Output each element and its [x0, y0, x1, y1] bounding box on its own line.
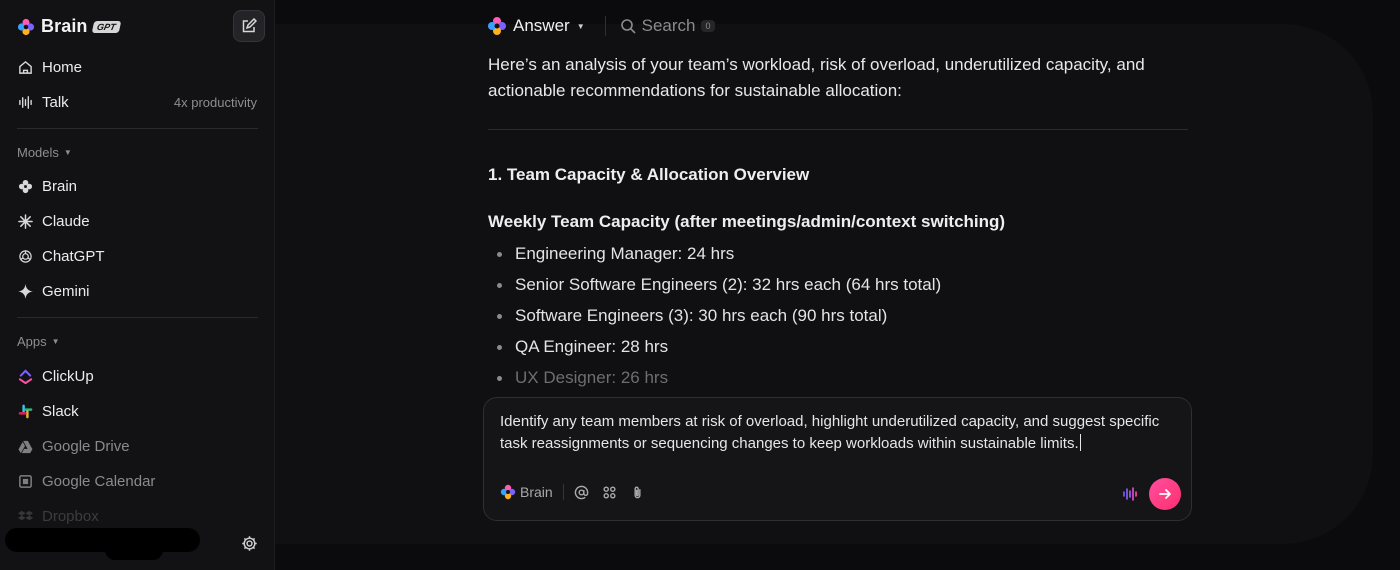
search-count-badge: 0 [701, 20, 715, 32]
sidebar-item-clickup[interactable]: ClickUp [17, 368, 257, 385]
google-drive-icon [17, 439, 33, 455]
sidebar-item-label: Gemini [42, 283, 90, 300]
divider [17, 317, 258, 318]
talk-productivity-note: 4x productivity [173, 95, 257, 110]
sidebar-item-label: ChatGPT [42, 248, 105, 265]
list-item: Engineering Manager: 24 hrs [488, 242, 1188, 273]
sidebar-item-talk[interactable]: Talk 4x productivity [17, 94, 257, 111]
mode-selector[interactable]: Answer ▼ [487, 16, 585, 36]
mode-label: Answer [513, 16, 570, 35]
gemini-sparkle-icon [17, 284, 33, 300]
mention-button[interactable] [574, 484, 590, 500]
models-section-label: Models [17, 145, 59, 160]
search-icon [620, 19, 636, 34]
send-button[interactable] [1149, 478, 1181, 510]
sidebar-item-label: Claude [42, 213, 90, 230]
attach-button[interactable] [630, 484, 646, 500]
settings-gear-icon[interactable] [241, 535, 258, 552]
list-item: Software Engineers (3): 30 hrs each (90 … [488, 304, 1188, 335]
apps-button[interactable] [602, 484, 618, 500]
sidebar-item-claude[interactable]: Claude [17, 213, 257, 230]
compose-icon [242, 18, 257, 33]
list-item: UX Designer: 26 hrs [488, 366, 1188, 397]
clickup-icon [17, 369, 33, 385]
topbar: Answer ▼ Search 0 [487, 16, 715, 36]
sidebar-item-google-calendar[interactable]: Google Calendar [17, 473, 257, 490]
brand-badge: GPT [91, 20, 121, 33]
list-item: QA Engineer: 28 hrs [488, 335, 1188, 366]
sidebar-item-chatgpt[interactable]: ChatGPT [17, 248, 257, 265]
search-label: Search [641, 16, 696, 35]
apps-section-label: Apps [17, 334, 47, 349]
text-cursor [1079, 434, 1081, 451]
sidebar-item-dropbox[interactable]: Dropbox [17, 508, 257, 525]
waveform-icon [17, 95, 33, 111]
divider [604, 16, 606, 36]
sidebar-item-label: Talk [42, 94, 69, 111]
model-label: Brain [520, 484, 553, 500]
paperclip-icon [634, 486, 641, 498]
prompt-text: Identify any team members at risk of ove… [500, 413, 1160, 452]
arrow-right-icon [1159, 489, 1171, 499]
brain-logo-icon [488, 17, 506, 35]
section-heading: 1. Team Capacity & Allocation Overview [488, 165, 810, 184]
redacted-user-name [5, 528, 200, 552]
prompt-input[interactable]: Identify any team members at risk of ove… [500, 411, 1180, 455]
apps-section-toggle[interactable]: Apps ▼ [17, 334, 60, 349]
search-sources-button[interactable]: Search 0 [620, 16, 715, 36]
capacity-list: Engineering Manager: 24 hrs Senior Softw… [488, 242, 1188, 397]
model-selector-button[interactable]: Brain [500, 484, 553, 500]
sidebar: Brain GPT Home Talk 4x productivity Mode… [0, 0, 275, 570]
chevron-down-icon: ▼ [63, 148, 72, 157]
dropbox-icon [17, 509, 33, 525]
sidebar-item-label: Google Drive [42, 438, 130, 455]
sidebar-item-gemini[interactable]: Gemini [17, 283, 257, 300]
prompt-composer[interactable]: Identify any team members at risk of ove… [483, 397, 1192, 521]
sidebar-item-slack[interactable]: Slack [17, 403, 257, 420]
sidebar-item-label: Slack [42, 403, 79, 420]
at-sign-icon [574, 485, 589, 499]
home-icon [17, 60, 33, 76]
brain-model-icon [17, 179, 33, 195]
chatgpt-icon [17, 249, 33, 265]
main-area: Answer ▼ Search 0 Here’s an analysis of … [275, 0, 1400, 570]
divider [17, 128, 258, 129]
slack-icon [17, 404, 33, 420]
divider [488, 129, 1188, 130]
list-item: Senior Software Engineers (2): 32 hrs ea… [488, 273, 1188, 304]
answer-intro: Here’s an analysis of your team’s worklo… [488, 55, 1145, 100]
claude-icon [17, 214, 33, 230]
brand[interactable]: Brain GPT [17, 16, 121, 37]
sidebar-item-home[interactable]: Home [17, 59, 257, 76]
brain-logo-icon [500, 484, 516, 500]
subsection-heading: Weekly Team Capacity (after meetings/adm… [488, 212, 1006, 231]
models-section-toggle[interactable]: Models ▼ [17, 145, 72, 160]
new-chat-button[interactable] [233, 10, 265, 42]
brand-name: Brain [41, 16, 88, 36]
google-calendar-icon [17, 474, 33, 490]
sidebar-item-label: Home [42, 59, 83, 76]
sidebar-item-brain[interactable]: Brain [17, 178, 257, 195]
answer-content: Here’s an analysis of your team’s worklo… [488, 52, 1188, 397]
redacted-user-detail [105, 538, 163, 560]
chevron-down-icon: ▼ [576, 21, 585, 31]
brain-logo-icon [17, 18, 35, 35]
composer-toolbar: Brain [500, 484, 658, 500]
chevron-down-icon: ▼ [51, 337, 60, 346]
sidebar-item-label: Brain [42, 178, 78, 195]
sidebar-item-label: Google Calendar [42, 473, 156, 490]
divider [562, 484, 564, 500]
sidebar-item-google-drive[interactable]: Google Drive [17, 438, 257, 455]
sidebar-item-label: ClickUp [42, 368, 94, 385]
apps-grid-icon [603, 485, 616, 499]
sidebar-item-label: Dropbox [42, 508, 99, 525]
voice-waveform-icon[interactable] [1121, 485, 1139, 503]
